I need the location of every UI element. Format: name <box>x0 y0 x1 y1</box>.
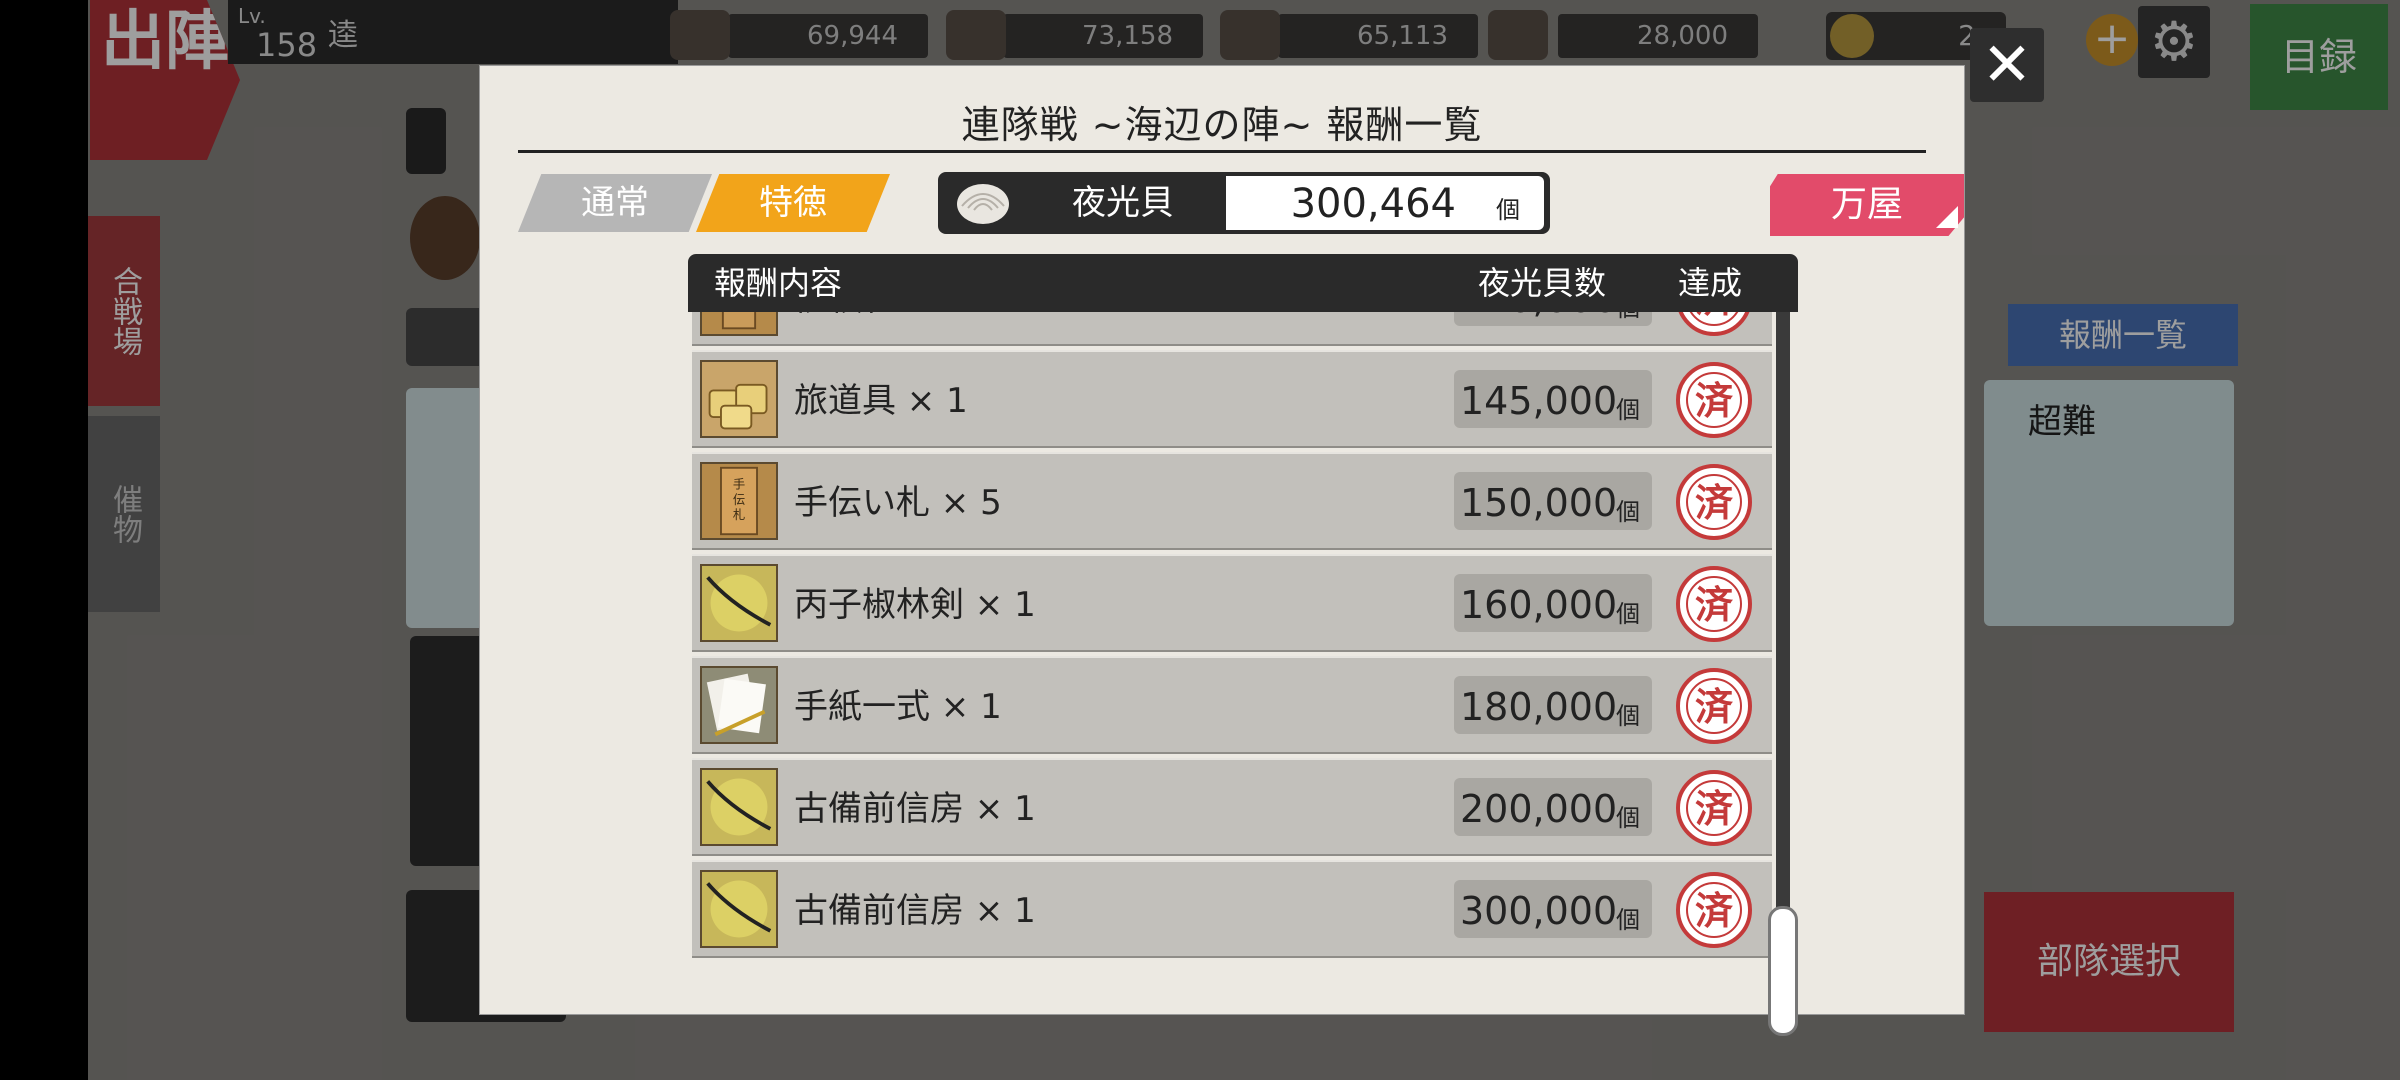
required-count: 160,000 個 <box>1454 574 1652 632</box>
close-icon: ✕ <box>1981 30 2033 100</box>
required-count-unit: 個 <box>1616 312 1640 323</box>
required-count: 150,000 個 <box>1454 472 1652 530</box>
reward-list[interactable]: 札 依頼札 × 3 140,000 個 済 旅道具 × 1 145,000 個 <box>692 312 1772 1034</box>
list-header: 報酬内容 夜光貝数 達成 <box>688 254 1798 312</box>
scrollbar-thumb[interactable] <box>1768 906 1798 1036</box>
sword-icon <box>700 564 778 642</box>
required-count-unit: 個 <box>1616 906 1640 934</box>
required-count: 200,000 個 <box>1454 778 1652 836</box>
achieved-seal-icon: 済 <box>1676 668 1752 744</box>
modal-title: 連隊戦 ~海辺の陣~ 報酬一覧 <box>961 103 1483 147</box>
required-count-unit: 個 <box>1616 396 1640 424</box>
reward-row: 丙子椒林剣 × 1 160,000 個 済 <box>692 554 1772 652</box>
required-count-value: 140,000 <box>1460 312 1617 330</box>
close-button[interactable]: ✕ <box>1970 28 2044 102</box>
request-tag-icon: 札 <box>700 312 778 336</box>
required-count-unit: 個 <box>1616 498 1640 526</box>
required-count-value: 150,000 <box>1460 481 1618 525</box>
reward-row: 手紙一式 × 1 180,000 個 済 <box>692 656 1772 754</box>
achieved-seal-icon: 済 <box>1676 312 1752 336</box>
reward-name: 手紙一式 × 1 <box>794 687 1002 727</box>
required-count: 180,000 個 <box>1454 676 1652 734</box>
required-count-value: 200,000 <box>1460 787 1618 831</box>
currency-label: 夜光貝 <box>1072 183 1174 223</box>
currency-display: 夜光貝 300,464 個 <box>938 172 1550 234</box>
tab-special[interactable]: 特徳 <box>696 174 890 232</box>
reward-name: 手伝い札 × 5 <box>794 483 1002 523</box>
currency-unit: 個 <box>1496 196 1520 224</box>
reward-row: 札 依頼札 × 3 140,000 個 済 <box>692 312 1772 346</box>
title-divider <box>518 150 1926 153</box>
svg-text:手: 手 <box>733 478 745 492</box>
reward-row: 古備前信房 × 1 200,000 個 済 <box>692 758 1772 856</box>
required-count: 145,000 個 <box>1454 370 1652 428</box>
achieved-seal-icon: 済 <box>1676 770 1752 846</box>
reward-name: 古備前信房 × 1 <box>794 891 1036 931</box>
required-count-value: 145,000 <box>1460 379 1618 423</box>
sword-icon <box>700 768 778 846</box>
reward-name: 古備前信房 × 1 <box>794 789 1036 829</box>
achieved-mark: 済 <box>1686 372 1742 428</box>
required-count-value: 300,000 <box>1460 889 1618 933</box>
achieved-seal-icon: 済 <box>1676 362 1752 438</box>
helper-tag-icon: 手伝札 <box>700 462 778 540</box>
letter-set-icon <box>700 666 778 744</box>
column-count: 夜光貝数 <box>1478 264 1607 302</box>
reward-name: 依頼札 × 3 <box>794 312 968 348</box>
shop-button[interactable]: 万屋 <box>1770 174 1964 236</box>
achieved-mark: 済 <box>1686 312 1742 326</box>
achieved-seal-icon: 済 <box>1676 566 1752 642</box>
required-count: 300,000 個 <box>1454 880 1652 938</box>
achieved-mark: 済 <box>1686 780 1742 836</box>
column-content: 報酬内容 <box>714 264 843 302</box>
shell-icon <box>957 184 1009 224</box>
required-count-value: 180,000 <box>1460 685 1618 729</box>
sword-icon <box>700 870 778 948</box>
required-count: 140,000 個 <box>1454 312 1652 326</box>
required-count-unit: 個 <box>1616 804 1640 832</box>
achieved-seal-icon: 済 <box>1676 464 1752 540</box>
travel-kit-icon <box>700 360 778 438</box>
achieved-seal-icon: 済 <box>1676 872 1752 948</box>
currency-value: 300,464 <box>1290 181 1456 227</box>
currency-value-box: 300,464 個 <box>1226 176 1544 230</box>
achieved-mark: 済 <box>1686 882 1742 938</box>
achieved-mark: 済 <box>1686 678 1742 734</box>
required-count-unit: 個 <box>1616 600 1640 628</box>
reward-row: 手伝札 手伝い札 × 5 150,000 個 済 <box>692 452 1772 550</box>
rewards-modal: 連隊戦 ~海辺の陣~ 報酬一覧 通常 特徳 夜光貝 300,464 個 万屋 報… <box>480 66 1964 1036</box>
reward-row: 古備前信房 × 1 300,000 個 済 <box>692 860 1772 958</box>
svg-text:伝: 伝 <box>733 493 745 507</box>
achieved-mark: 済 <box>1686 576 1742 632</box>
reward-row: 旅道具 × 1 145,000 個 済 <box>692 350 1772 448</box>
reward-name: 旅道具 × 1 <box>794 381 968 421</box>
reward-name: 丙子椒林剣 × 1 <box>794 585 1036 625</box>
required-count-value: 160,000 <box>1460 583 1618 627</box>
required-count-unit: 個 <box>1616 702 1640 730</box>
column-done: 達成 <box>1678 264 1743 302</box>
svg-text:札: 札 <box>733 508 745 522</box>
achieved-mark: 済 <box>1686 474 1742 530</box>
tab-normal[interactable]: 通常 <box>518 174 712 232</box>
